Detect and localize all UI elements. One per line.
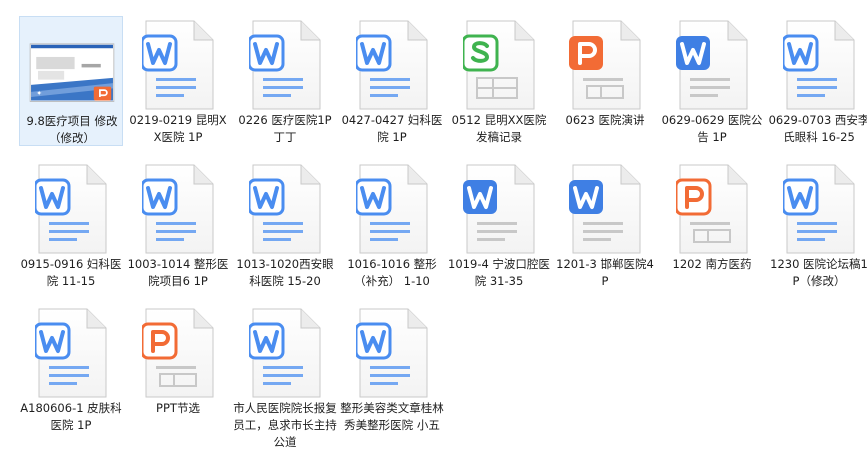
file-item[interactable]: 0427-0427 妇科医院 1P: [340, 16, 444, 146]
file-item[interactable]: 市人民医院院长报复员工，息求市长主持公道: [233, 304, 337, 449]
file-name-label: 1201-3 邯郸医院4P: [556, 257, 654, 288]
file-name-label: 0226 医疗医院1P 丁丁: [238, 113, 332, 144]
file-item[interactable]: 0623 医院演讲: [553, 16, 657, 146]
file-name-label: 0629-0629 医院公告 1P: [661, 113, 763, 144]
file-name-label: 1013-1020西安眼科医院 15-20: [236, 257, 334, 288]
file-name-label: A180606-1 皮肤科医院 1P: [20, 401, 122, 432]
file-icon-view: ✦ 9.8医疗项目 修改（修改） 0219-0219 昆明XX医院 1P 022…: [0, 0, 867, 468]
file-name-label: 9.8医疗项目 修改（修改）: [26, 114, 118, 145]
file-item[interactable]: 1201-3 邯郸医院4P: [553, 160, 657, 290]
file-item[interactable]: 1202 南方医药: [660, 160, 764, 290]
file-name-label: 0629-0703 西安李氏眼科 16-25: [768, 113, 867, 144]
file-item[interactable]: 0226 医疗医院1P 丁丁: [233, 16, 337, 146]
file-item[interactable]: 0629-0703 西安李氏眼科 16-25: [767, 16, 867, 146]
file-item[interactable]: 0512 昆明XX医院 发稿记录: [447, 16, 551, 146]
file-name-label: 0623 医院演讲: [565, 113, 645, 127]
file-name-label: 1019-4 宁波口腔医院 31-35: [448, 257, 550, 288]
svg-text:✦: ✦: [36, 89, 42, 97]
file-name-label: 1003-1014 整形医院项目6 1P: [127, 257, 229, 288]
file-item[interactable]: 1019-4 宁波口腔医院 31-35: [447, 160, 551, 290]
file-item[interactable]: 1230 医院论坛稿1P（修改）: [767, 160, 867, 290]
file-item[interactable]: 0915-0916 妇科医院 11-15: [19, 160, 123, 290]
file-item[interactable]: A180606-1 皮肤科医院 1P: [19, 304, 123, 434]
file-item[interactable]: 1016-1016 整形（补充） 1-10: [340, 160, 444, 290]
file-name-label: 0512 昆明XX医院 发稿记录: [451, 113, 547, 144]
file-item[interactable]: 0629-0629 医院公告 1P: [660, 16, 764, 146]
file-name-label: 0915-0916 妇科医院 11-15: [20, 257, 122, 288]
file-item[interactable]: PPT节选: [126, 304, 230, 434]
file-item[interactable]: 1013-1020西安眼科医院 15-20: [233, 160, 337, 290]
file-item[interactable]: 0219-0219 昆明XX医院 1P: [126, 16, 230, 146]
file-name-label: 整形美容类文章桂林秀美整形医院 小五: [340, 401, 444, 432]
file-item[interactable]: 1003-1014 整形医院项目6 1P: [126, 160, 230, 290]
file-name-label: 1202 南方医药: [672, 257, 752, 271]
file-name-label: 0219-0219 昆明XX医院 1P: [129, 113, 227, 144]
file-name-label: 1230 医院论坛稿1P（修改）: [770, 257, 867, 288]
file-item[interactable]: 整形美容类文章桂林秀美整形医院 小五: [340, 304, 444, 434]
file-name-label: 0427-0427 妇科医院 1P: [341, 113, 443, 144]
file-name-label: 1016-1016 整形（补充） 1-10: [347, 257, 437, 288]
file-name-label: PPT节选: [156, 401, 200, 415]
file-name-label: 市人民医院院长报复员工，息求市长主持公道: [233, 401, 337, 449]
file-item[interactable]: ✦ 9.8医疗项目 修改（修改）: [19, 16, 123, 146]
